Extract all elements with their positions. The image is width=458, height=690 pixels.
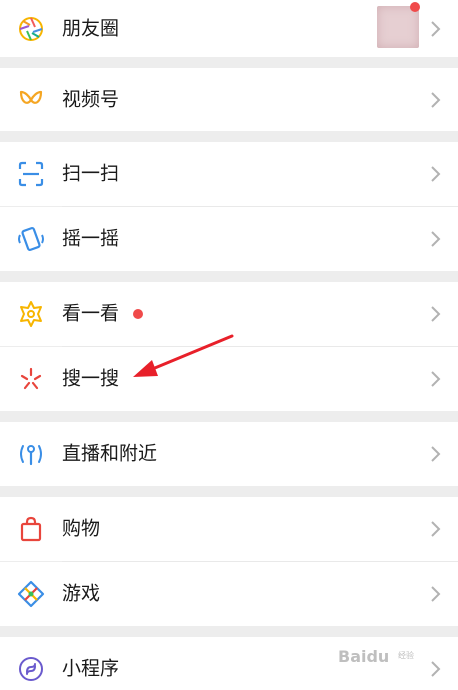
- menu-item-live-nearby[interactable]: 直播和附近: [0, 422, 458, 486]
- chevron-right-icon: [430, 91, 442, 109]
- search-sparkle-icon: [17, 365, 45, 393]
- menu-item-shake[interactable]: 摇一摇: [0, 207, 458, 271]
- chevron-right-icon: [430, 165, 442, 183]
- menu-item-label: 扫一扫: [62, 162, 120, 185]
- menu-item-label: 看一看: [62, 302, 120, 325]
- menu-item-label: 搜一搜: [62, 367, 120, 390]
- chevron-right-icon: [430, 230, 442, 248]
- moments-preview-thumbnail: [377, 6, 419, 48]
- scan-icon: [17, 160, 45, 188]
- menu-item-shopping[interactable]: 购物: [0, 497, 458, 561]
- watermark-text: Baidu: [338, 647, 390, 666]
- shake-phone-icon: [17, 225, 45, 253]
- menu-item-search[interactable]: 搜一搜: [0, 347, 458, 411]
- watermark-subtext: 经验: [398, 651, 414, 660]
- chevron-right-icon: [430, 370, 442, 388]
- menu-item-label: 直播和附近: [62, 442, 158, 465]
- menu-item-scan[interactable]: 扫一扫: [0, 142, 458, 206]
- top-stories-new-badge: [133, 309, 143, 319]
- channels-butterfly-icon: [17, 86, 45, 114]
- menu-item-label: 朋友圈: [62, 17, 120, 39]
- top-stories-star-icon: [17, 300, 45, 328]
- chevron-right-icon: [430, 305, 442, 323]
- moments-new-badge: [410, 2, 420, 12]
- chevron-right-icon: [430, 520, 442, 538]
- chevron-right-icon: [430, 20, 442, 38]
- menu-item-moments[interactable]: 朋友圈: [0, 0, 458, 57]
- games-diamond-icon: [17, 580, 45, 608]
- menu-item-label: 视频号: [62, 88, 120, 110]
- chevron-right-icon: [430, 445, 442, 463]
- moments-aperture-icon: [17, 15, 45, 43]
- menu-item-channels[interactable]: 视频号: [0, 68, 458, 131]
- shopping-bag-icon: [17, 515, 45, 543]
- mini-programs-icon: [17, 655, 45, 683]
- menu-item-label: 小程序: [62, 657, 120, 680]
- menu-item-label: 购物: [62, 517, 101, 540]
- menu-item-label: 摇一摇: [62, 227, 120, 250]
- live-nearby-icon: [17, 440, 45, 468]
- menu-item-top-stories[interactable]: 看一看: [0, 282, 458, 346]
- baidu-watermark: Baidu 经验: [338, 644, 434, 670]
- menu-item-label: 游戏: [62, 582, 101, 605]
- chevron-right-icon: [430, 585, 442, 603]
- menu-item-games[interactable]: 游戏: [0, 562, 458, 626]
